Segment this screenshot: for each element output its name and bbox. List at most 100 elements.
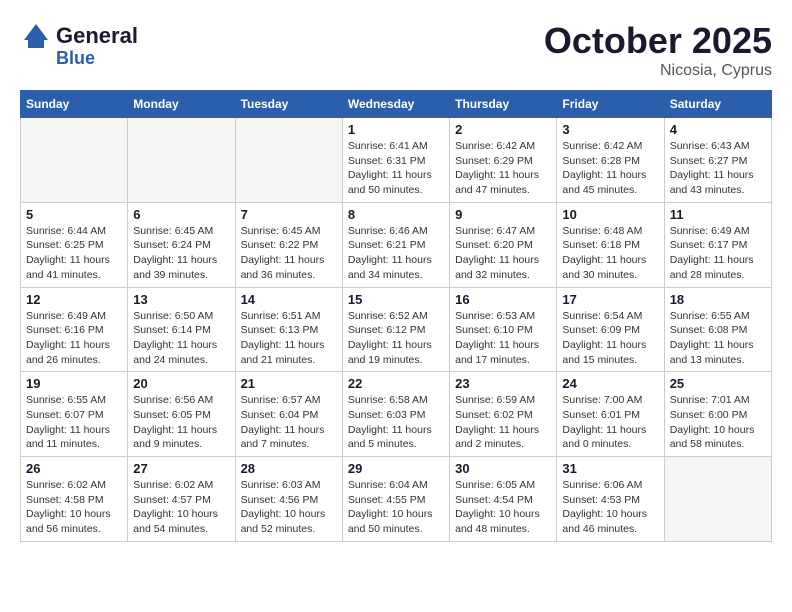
table-row: 25 Sunrise: 7:01 AM Sunset: 6:00 PM Dayl… — [664, 372, 771, 457]
table-row — [235, 118, 342, 203]
day-number: 8 — [348, 207, 444, 222]
sunset: Sunset: 6:20 PM — [455, 239, 533, 251]
day-info: Sunrise: 6:43 AM Sunset: 6:27 PM Dayligh… — [670, 139, 766, 198]
sunset: Sunset: 6:01 PM — [562, 409, 640, 421]
sunset: Sunset: 6:13 PM — [241, 324, 319, 336]
day-info: Sunrise: 6:46 AM Sunset: 6:21 PM Dayligh… — [348, 224, 444, 283]
daylight: Daylight: 10 hours and 50 minutes. — [348, 508, 433, 535]
day-info: Sunrise: 6:45 AM Sunset: 6:22 PM Dayligh… — [241, 224, 337, 283]
daylight: Daylight: 11 hours and 36 minutes. — [241, 254, 325, 281]
daylight: Daylight: 11 hours and 9 minutes. — [133, 424, 217, 451]
sunrise: Sunrise: 6:03 AM — [241, 479, 321, 491]
sunset: Sunset: 6:08 PM — [670, 324, 748, 336]
day-info: Sunrise: 6:03 AM Sunset: 4:56 PM Dayligh… — [241, 478, 337, 537]
table-row: 23 Sunrise: 6:59 AM Sunset: 6:02 PM Dayl… — [450, 372, 557, 457]
daylight: Daylight: 11 hours and 21 minutes. — [241, 339, 325, 366]
day-info: Sunrise: 6:06 AM Sunset: 4:53 PM Dayligh… — [562, 478, 658, 537]
sunset: Sunset: 6:03 PM — [348, 409, 426, 421]
table-row: 31 Sunrise: 6:06 AM Sunset: 4:53 PM Dayl… — [557, 457, 664, 542]
daylight: Daylight: 10 hours and 46 minutes. — [562, 508, 647, 535]
sunrise: Sunrise: 6:59 AM — [455, 394, 535, 406]
table-row: 26 Sunrise: 6:02 AM Sunset: 4:58 PM Dayl… — [21, 457, 128, 542]
sunset: Sunset: 6:14 PM — [133, 324, 211, 336]
day-number: 18 — [670, 292, 766, 307]
day-info: Sunrise: 6:42 AM Sunset: 6:29 PM Dayligh… — [455, 139, 551, 198]
table-row: 4 Sunrise: 6:43 AM Sunset: 6:27 PM Dayli… — [664, 118, 771, 203]
daylight: Daylight: 11 hours and 11 minutes. — [26, 424, 110, 451]
table-row: 1 Sunrise: 6:41 AM Sunset: 6:31 PM Dayli… — [342, 118, 449, 203]
sunset: Sunset: 4:58 PM — [26, 494, 104, 506]
header-wednesday: Wednesday — [342, 91, 449, 118]
table-row: 21 Sunrise: 6:57 AM Sunset: 6:04 PM Dayl… — [235, 372, 342, 457]
daylight: Daylight: 11 hours and 34 minutes. — [348, 254, 432, 281]
daylight: Daylight: 11 hours and 13 minutes. — [670, 339, 754, 366]
daylight: Daylight: 10 hours and 52 minutes. — [241, 508, 326, 535]
daylight: Daylight: 11 hours and 19 minutes. — [348, 339, 432, 366]
day-number: 9 — [455, 207, 551, 222]
day-info: Sunrise: 6:45 AM Sunset: 6:24 PM Dayligh… — [133, 224, 229, 283]
day-number: 14 — [241, 292, 337, 307]
day-number: 13 — [133, 292, 229, 307]
daylight: Daylight: 11 hours and 47 minutes. — [455, 169, 539, 196]
table-row: 24 Sunrise: 7:00 AM Sunset: 6:01 PM Dayl… — [557, 372, 664, 457]
day-number: 3 — [562, 122, 658, 137]
sunrise: Sunrise: 6:44 AM — [26, 225, 106, 237]
sunrise: Sunrise: 6:42 AM — [562, 140, 642, 152]
month-title: October 2025 — [544, 20, 772, 62]
day-info: Sunrise: 6:56 AM Sunset: 6:05 PM Dayligh… — [133, 393, 229, 452]
day-info: Sunrise: 6:02 AM Sunset: 4:57 PM Dayligh… — [133, 478, 229, 537]
day-info: Sunrise: 6:02 AM Sunset: 4:58 PM Dayligh… — [26, 478, 122, 537]
header-saturday: Saturday — [664, 91, 771, 118]
table-row: 7 Sunrise: 6:45 AM Sunset: 6:22 PM Dayli… — [235, 202, 342, 287]
table-row: 22 Sunrise: 6:58 AM Sunset: 6:03 PM Dayl… — [342, 372, 449, 457]
sunrise: Sunrise: 6:50 AM — [133, 310, 213, 322]
day-info: Sunrise: 7:01 AM Sunset: 6:00 PM Dayligh… — [670, 393, 766, 452]
calendar-week-row: 19 Sunrise: 6:55 AM Sunset: 6:07 PM Dayl… — [21, 372, 772, 457]
sunrise: Sunrise: 6:55 AM — [26, 394, 106, 406]
table-row: 27 Sunrise: 6:02 AM Sunset: 4:57 PM Dayl… — [128, 457, 235, 542]
sunrise: Sunrise: 6:52 AM — [348, 310, 428, 322]
sunset: Sunset: 6:18 PM — [562, 239, 640, 251]
sunset: Sunset: 6:09 PM — [562, 324, 640, 336]
table-row: 13 Sunrise: 6:50 AM Sunset: 6:14 PM Dayl… — [128, 287, 235, 372]
calendar-header-row: Sunday Monday Tuesday Wednesday Thursday… — [21, 91, 772, 118]
page-header: General Blue October 2025 Nicosia, Cypru… — [20, 20, 772, 80]
table-row: 19 Sunrise: 6:55 AM Sunset: 6:07 PM Dayl… — [21, 372, 128, 457]
table-row: 14 Sunrise: 6:51 AM Sunset: 6:13 PM Dayl… — [235, 287, 342, 372]
day-info: Sunrise: 6:44 AM Sunset: 6:25 PM Dayligh… — [26, 224, 122, 283]
sunset: Sunset: 4:55 PM — [348, 494, 426, 506]
sunrise: Sunrise: 6:53 AM — [455, 310, 535, 322]
daylight: Daylight: 10 hours and 48 minutes. — [455, 508, 540, 535]
day-number: 17 — [562, 292, 658, 307]
location: Nicosia, Cyprus — [544, 62, 772, 80]
sunrise: Sunrise: 6:56 AM — [133, 394, 213, 406]
day-info: Sunrise: 6:49 AM Sunset: 6:17 PM Dayligh… — [670, 224, 766, 283]
day-number: 22 — [348, 376, 444, 391]
sunrise: Sunrise: 7:01 AM — [670, 394, 750, 406]
daylight: Daylight: 10 hours and 56 minutes. — [26, 508, 111, 535]
day-number: 20 — [133, 376, 229, 391]
sunrise: Sunrise: 6:49 AM — [26, 310, 106, 322]
day-info: Sunrise: 6:50 AM Sunset: 6:14 PM Dayligh… — [133, 309, 229, 368]
sunset: Sunset: 6:22 PM — [241, 239, 319, 251]
table-row: 3 Sunrise: 6:42 AM Sunset: 6:28 PM Dayli… — [557, 118, 664, 203]
daylight: Daylight: 11 hours and 2 minutes. — [455, 424, 539, 451]
table-row — [128, 118, 235, 203]
sunset: Sunset: 6:27 PM — [670, 155, 748, 167]
daylight: Daylight: 11 hours and 32 minutes. — [455, 254, 539, 281]
sunset: Sunset: 6:28 PM — [562, 155, 640, 167]
day-info: Sunrise: 6:59 AM Sunset: 6:02 PM Dayligh… — [455, 393, 551, 452]
sunset: Sunset: 6:17 PM — [670, 239, 748, 251]
table-row: 12 Sunrise: 6:49 AM Sunset: 6:16 PM Dayl… — [21, 287, 128, 372]
daylight: Daylight: 10 hours and 58 minutes. — [670, 424, 755, 451]
daylight: Daylight: 10 hours and 54 minutes. — [133, 508, 218, 535]
table-row: 15 Sunrise: 6:52 AM Sunset: 6:12 PM Dayl… — [342, 287, 449, 372]
daylight: Daylight: 11 hours and 17 minutes. — [455, 339, 539, 366]
table-row: 16 Sunrise: 6:53 AM Sunset: 6:10 PM Dayl… — [450, 287, 557, 372]
day-number: 10 — [562, 207, 658, 222]
sunset: Sunset: 6:12 PM — [348, 324, 426, 336]
logo: General Blue — [20, 20, 138, 69]
day-info: Sunrise: 6:55 AM Sunset: 6:08 PM Dayligh… — [670, 309, 766, 368]
day-number: 19 — [26, 376, 122, 391]
calendar-week-row: 26 Sunrise: 6:02 AM Sunset: 4:58 PM Dayl… — [21, 457, 772, 542]
